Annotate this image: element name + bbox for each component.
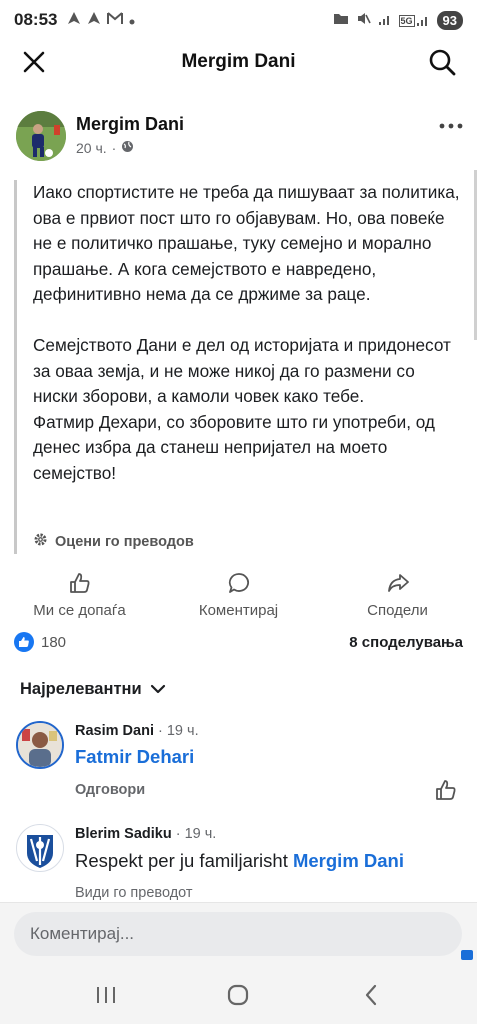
- see-translation-button[interactable]: Види го преводот: [75, 885, 193, 901]
- like-reaction-icon: [14, 632, 34, 652]
- comment-input-placeholder: Коментирај...: [30, 924, 135, 943]
- reactions-bar[interactable]: 180 8 споделувања: [14, 630, 463, 654]
- reply-button[interactable]: Одговори: [75, 782, 145, 798]
- post-author[interactable]: Mergim Dani: [76, 114, 184, 135]
- page-title: Mergim Dani: [181, 51, 296, 72]
- dot-icon: [129, 12, 135, 29]
- comment-icon: [228, 572, 250, 598]
- post-actions: Ми се допаѓа Коментирај Сподели: [0, 572, 477, 624]
- comment-text-body: Respekt per ju familjarisht: [75, 850, 293, 871]
- meta-separator: ·: [111, 140, 117, 156]
- comment-author-name: Blerim Sadiku: [75, 826, 172, 842]
- comment-text: Respekt per ju familjarisht Mergim Dani: [75, 850, 404, 872]
- comment-time: · 19 ч.: [175, 826, 217, 842]
- share-button[interactable]: Сподели: [318, 572, 477, 624]
- comment-like-icon[interactable]: [435, 779, 457, 806]
- header: Mergim Dani: [0, 40, 477, 84]
- comment-mention[interactable]: Fatmir Dehari: [75, 746, 194, 767]
- gear-icon: [33, 532, 48, 551]
- close-icon[interactable]: [18, 46, 50, 78]
- rate-translation-button[interactable]: Оцени го преводов: [33, 532, 194, 551]
- comment-avatar[interactable]: [16, 721, 64, 769]
- status-bar: 08:53 5G 93: [0, 0, 477, 40]
- comment-text: Fatmir Dehari: [75, 746, 194, 768]
- search-icon[interactable]: [425, 45, 459, 79]
- navigation-arrow-icon: [67, 11, 81, 29]
- share-count[interactable]: 8 споделувања: [349, 634, 463, 651]
- globe-icon: [121, 140, 134, 156]
- gmail-icon: [107, 11, 124, 29]
- comment-label: Коментирај: [198, 602, 279, 619]
- like-button[interactable]: Ми се допаѓа: [0, 572, 159, 624]
- comment-author[interactable]: Rasim Dani · 19 ч.: [75, 723, 199, 739]
- comment-author[interactable]: Blerim Sadiku · 19 ч.: [75, 826, 216, 842]
- comment-avatar[interactable]: [16, 824, 64, 872]
- status-time: 08:53: [14, 10, 58, 29]
- mute-icon: [356, 11, 371, 29]
- network-label: 5G: [398, 15, 415, 27]
- comment-item: Rasim Dani · 19 ч. Fatmir Dehari Одговор…: [0, 715, 477, 815]
- battery-badge: 93: [436, 10, 463, 30]
- reaction-count: 180: [41, 633, 67, 651]
- navigation-arrow-icon: [87, 11, 101, 29]
- chevron-down-icon: [150, 680, 166, 699]
- system-nav-bar: [0, 966, 477, 1024]
- thumbs-up-icon: [69, 572, 91, 598]
- post-text: Иако спортистите не треба да пишуваат за…: [33, 182, 460, 483]
- comment-time: · 19 ч.: [158, 723, 199, 739]
- avatar[interactable]: [16, 111, 66, 161]
- rate-translation-label: Оцени го преводов: [55, 533, 194, 550]
- share-icon: [387, 572, 409, 598]
- comment-input[interactable]: Коментирај...: [14, 912, 462, 956]
- comment-author-name: Rasim Dani: [75, 723, 154, 739]
- back-icon[interactable]: [346, 975, 396, 1015]
- home-icon[interactable]: [213, 975, 263, 1015]
- comment-item: Blerim Sadiku · 19 ч. Respekt per ju fam…: [0, 818, 477, 902]
- more-options-icon[interactable]: [439, 110, 463, 136]
- 5g-signal-icon: 5G: [398, 13, 430, 27]
- share-label: Сподели: [367, 602, 428, 619]
- notification-badge-icon: [461, 950, 473, 960]
- comment-mention[interactable]: Mergim Dani: [293, 850, 404, 871]
- signal-icon: [378, 12, 392, 29]
- status-icons-right: 5G 93: [333, 10, 463, 30]
- folder-icon: [333, 12, 349, 28]
- post-meta: 20 ч. ·: [76, 140, 134, 156]
- comment-filter-label: Најрелевантни: [20, 680, 142, 698]
- status-icons-left: [67, 11, 135, 29]
- comment-button[interactable]: Коментирај: [159, 572, 318, 624]
- like-label: Ми се допаѓа: [33, 602, 126, 619]
- recent-apps-icon[interactable]: [81, 975, 131, 1015]
- post-body: Иако спортистите не треба да пишуваат за…: [14, 180, 464, 554]
- comment-filter-dropdown[interactable]: Најрелевантни: [20, 680, 166, 699]
- post-time: 20 ч.: [76, 140, 107, 156]
- post-header: Mergim Dani 20 ч. ·: [0, 108, 477, 168]
